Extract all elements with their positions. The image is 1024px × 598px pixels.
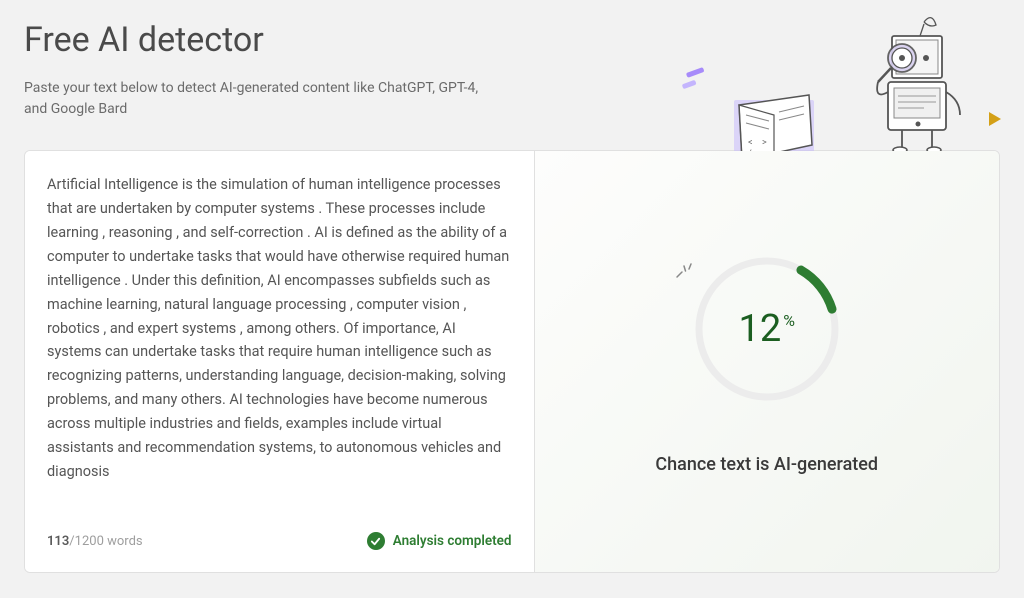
result-label: Chance text is AI-generated: [655, 454, 878, 475]
result-gauge: 12%: [687, 249, 847, 409]
svg-text:>: >: [762, 138, 767, 148]
input-footer: 113/1200 words Analysis completed: [47, 518, 512, 550]
svg-text:<: <: [748, 138, 753, 148]
main-panel: Artificial Intelligence is the simulatio…: [24, 150, 1000, 573]
page-subtitle: Paste your text below to detect AI-gener…: [24, 78, 484, 120]
word-count-max: 1200 words: [75, 534, 143, 549]
percent-value: 12%: [739, 307, 795, 351]
result-panel: 12% Chance text is AI-generated: [535, 151, 1000, 572]
percent-number: 12: [739, 307, 782, 351]
analysis-status: Analysis completed: [367, 532, 512, 550]
check-circle-icon: [367, 532, 385, 550]
text-input[interactable]: Artificial Intelligence is the simulatio…: [47, 173, 512, 518]
word-counter: 113/1200 words: [47, 534, 143, 549]
percent-symbol: %: [783, 311, 795, 330]
input-panel: Artificial Intelligence is the simulatio…: [25, 151, 535, 572]
status-label: Analysis completed: [393, 533, 512, 549]
word-count-current: 113: [47, 534, 69, 549]
